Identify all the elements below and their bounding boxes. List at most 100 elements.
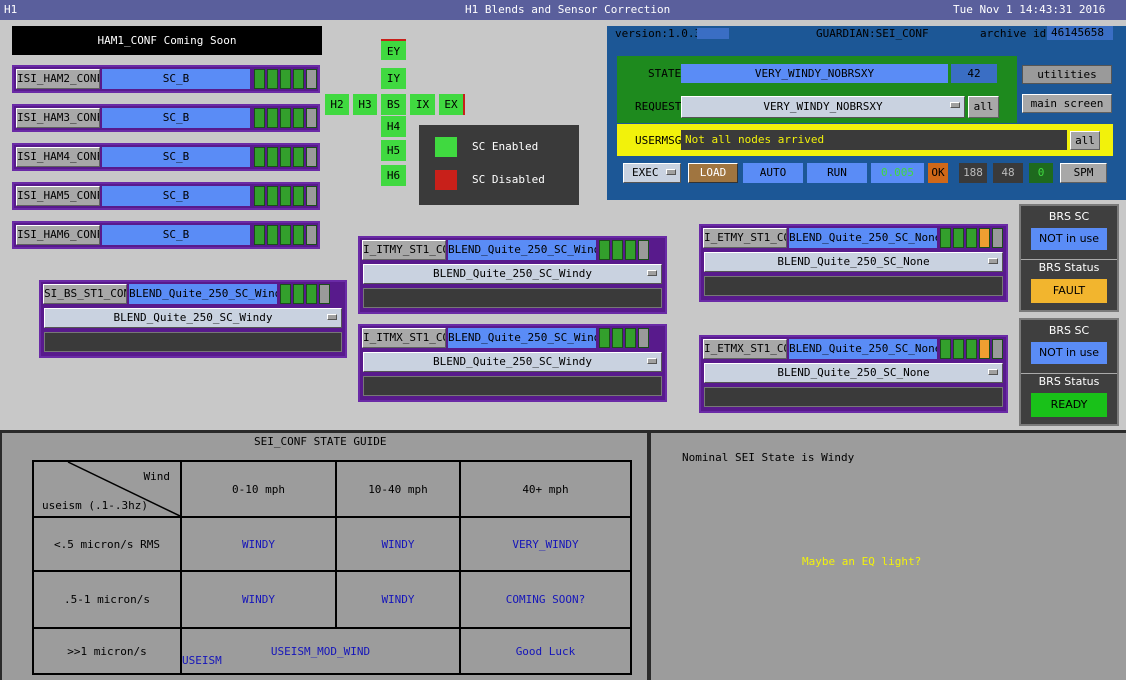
itmy-st1-panel: I_ITMY_ST1_CO BLEND_Quite_250_SC_Windy B…: [358, 236, 667, 314]
guide-cell: WINDY: [180, 570, 337, 629]
guide-cell: WINDY: [335, 570, 461, 629]
brs-x-status: READY: [1031, 393, 1107, 417]
blend-select-menu[interactable]: BLEND_Quite_250_SC_None: [704, 252, 1003, 272]
usermsg-all-button[interactable]: all: [1070, 131, 1100, 150]
st1-conf-button[interactable]: I_ETMY_ST1_CO: [703, 228, 787, 248]
chevron-down-icon: [647, 270, 657, 276]
sc-disabled-swatch: [435, 170, 457, 190]
corner-wind-label: Wind: [143, 470, 171, 483]
st1-conf-value: BLEND_Quite_250_SC_Windy: [448, 240, 596, 260]
status-led: [992, 228, 1003, 248]
status-led: [254, 69, 265, 89]
status-led: [599, 328, 610, 348]
ham-conf-button[interactable]: ISI_HAM3_CONF: [16, 108, 100, 128]
blend-status-bar: [704, 276, 1003, 296]
chamber-h3-button[interactable]: H3: [353, 94, 377, 115]
st1-conf-button[interactable]: I_ITMY_ST1_CO: [362, 240, 446, 260]
status-led: [267, 186, 278, 206]
blend-select-menu[interactable]: BLEND_Quite_250_SC_Windy: [363, 352, 662, 372]
chamber-iy-button[interactable]: IY: [381, 68, 406, 89]
status-led: [940, 228, 951, 248]
divider: [1021, 373, 1117, 374]
status-led: [254, 186, 265, 206]
main-screen-button[interactable]: main screen: [1022, 94, 1112, 113]
chamber-h2-button[interactable]: H2: [325, 94, 349, 115]
auto-button[interactable]: AUTO: [743, 163, 803, 183]
ham-conf-value: SC_B: [102, 147, 250, 167]
nominal-state-text: Nominal SEI State is Windy: [682, 451, 855, 464]
chamber-h6-button[interactable]: H6: [381, 165, 406, 186]
status-led: [953, 228, 964, 248]
blend-select-menu[interactable]: BLEND_Quite_250_SC_Windy: [363, 264, 662, 284]
ham-conf-button[interactable]: ISI_HAM4_CONF: [16, 147, 100, 167]
brs-x-panel: BRS SC NOT in use BRS Status READY: [1019, 318, 1119, 426]
st1-conf-button[interactable]: I_ITMX_ST1_CO: [362, 328, 446, 348]
blend-status-bar: [44, 332, 342, 352]
divider: [1021, 259, 1117, 260]
blend-status-bar: [363, 376, 662, 396]
run-button[interactable]: RUN: [807, 163, 867, 183]
col-header-0-10: 0-10 mph: [180, 460, 337, 518]
status-led: [280, 225, 291, 245]
ham-conf-button[interactable]: ISI_HAM5_CONF: [16, 186, 100, 206]
status-led: [992, 339, 1003, 359]
ham-row: ISI_HAM4_CONF SC_B: [12, 143, 320, 171]
ham-conf-value: SC_B: [102, 225, 250, 245]
row-label-high: >>1 micron/s: [32, 627, 182, 675]
chamber-ex-button[interactable]: EX: [439, 94, 465, 115]
state-guide-title: SEI_CONF STATE GUIDE: [254, 435, 387, 448]
guide-cell: COMING SOON?: [459, 570, 632, 629]
useism-mod-wind-text: USEISM_MOD_WIND: [270, 644, 371, 658]
blend-select-value: BLEND_Quite_250_SC_Windy: [433, 355, 592, 368]
itmx-st1-panel: I_ITMX_ST1_CO BLEND_Quite_250_SC_Windy B…: [358, 324, 667, 402]
status-led: [319, 284, 330, 304]
load-button[interactable]: LOAD: [688, 163, 738, 183]
usermsg-label: USERMSG: [635, 134, 682, 147]
chevron-down-icon: [327, 314, 337, 320]
guardian-title: GUARDIAN:SEI_CONF: [816, 27, 929, 40]
guide-cell: Good Luck: [459, 627, 632, 675]
chamber-ey-button[interactable]: EY: [381, 39, 406, 60]
status-led: [940, 339, 951, 359]
chamber-h5-button[interactable]: H5: [381, 140, 406, 161]
ham-conf-value: SC_B: [102, 186, 250, 206]
spm-button[interactable]: SPM: [1060, 163, 1107, 183]
ham-row: ISI_HAM6_CONF SC_B: [12, 221, 320, 249]
col-header-10-40: 10-40 mph: [335, 460, 461, 518]
utilities-button[interactable]: utilities: [1022, 65, 1112, 84]
sc-disabled-label: SC Disabled: [472, 173, 545, 186]
st1-conf-button[interactable]: I_ETMX_ST1_CO: [703, 339, 787, 359]
st1-conf-value: BLEND_Quite_250_SC_Windy: [129, 284, 277, 304]
ham-conf-button[interactable]: ISI_HAM2_CONF: [16, 69, 100, 89]
request-all-button[interactable]: all: [968, 96, 999, 118]
brs-y-status: FAULT: [1031, 279, 1107, 303]
status-led: [306, 225, 317, 245]
request-label: REQUEST: [635, 100, 682, 113]
request-menu[interactable]: VERY_WINDY_NOBRSXY: [681, 96, 965, 118]
sc-legend: SC Enabled SC Disabled: [419, 125, 579, 205]
blend-select-menu[interactable]: BLEND_Quite_250_SC_None: [704, 363, 1003, 383]
chamber-ix-button[interactable]: IX: [410, 94, 435, 115]
exec-menu[interactable]: EXEC: [623, 163, 681, 183]
chevron-down-icon: [647, 358, 657, 364]
sc-enabled-swatch: [435, 137, 457, 157]
brs-x-sc-label: BRS SC: [1048, 324, 1090, 337]
status-led: [638, 240, 649, 260]
ham-conf-button[interactable]: ISI_HAM6_CONF: [16, 225, 100, 245]
st1-conf-button[interactable]: SI_BS_ST1_CON: [43, 284, 127, 304]
chamber-bs-button[interactable]: BS: [381, 94, 406, 115]
status-led: [254, 225, 265, 245]
blend-status-bar: [363, 288, 662, 308]
useism-text: USEISM: [182, 654, 222, 667]
status-led: [966, 228, 977, 248]
status-led: [306, 284, 317, 304]
ham1-banner: HAM1_CONF Coming Soon: [12, 26, 322, 55]
guide-corner-cell: Wind useism (.1-.3hz): [32, 460, 182, 518]
guide-cell: WINDY: [335, 516, 461, 572]
request-value: VERY_WINDY_NOBRSXY: [763, 100, 883, 113]
etmx-st1-panel: I_ETMX_ST1_CO BLEND_Quite_250_SC_None BL…: [699, 335, 1008, 413]
chamber-h4-button[interactable]: H4: [381, 116, 406, 137]
status-led: [280, 186, 291, 206]
bs-st1-panel: SI_BS_ST1_CON BLEND_Quite_250_SC_Windy B…: [39, 280, 347, 358]
blend-select-menu[interactable]: BLEND_Quite_250_SC_Windy: [44, 308, 342, 328]
